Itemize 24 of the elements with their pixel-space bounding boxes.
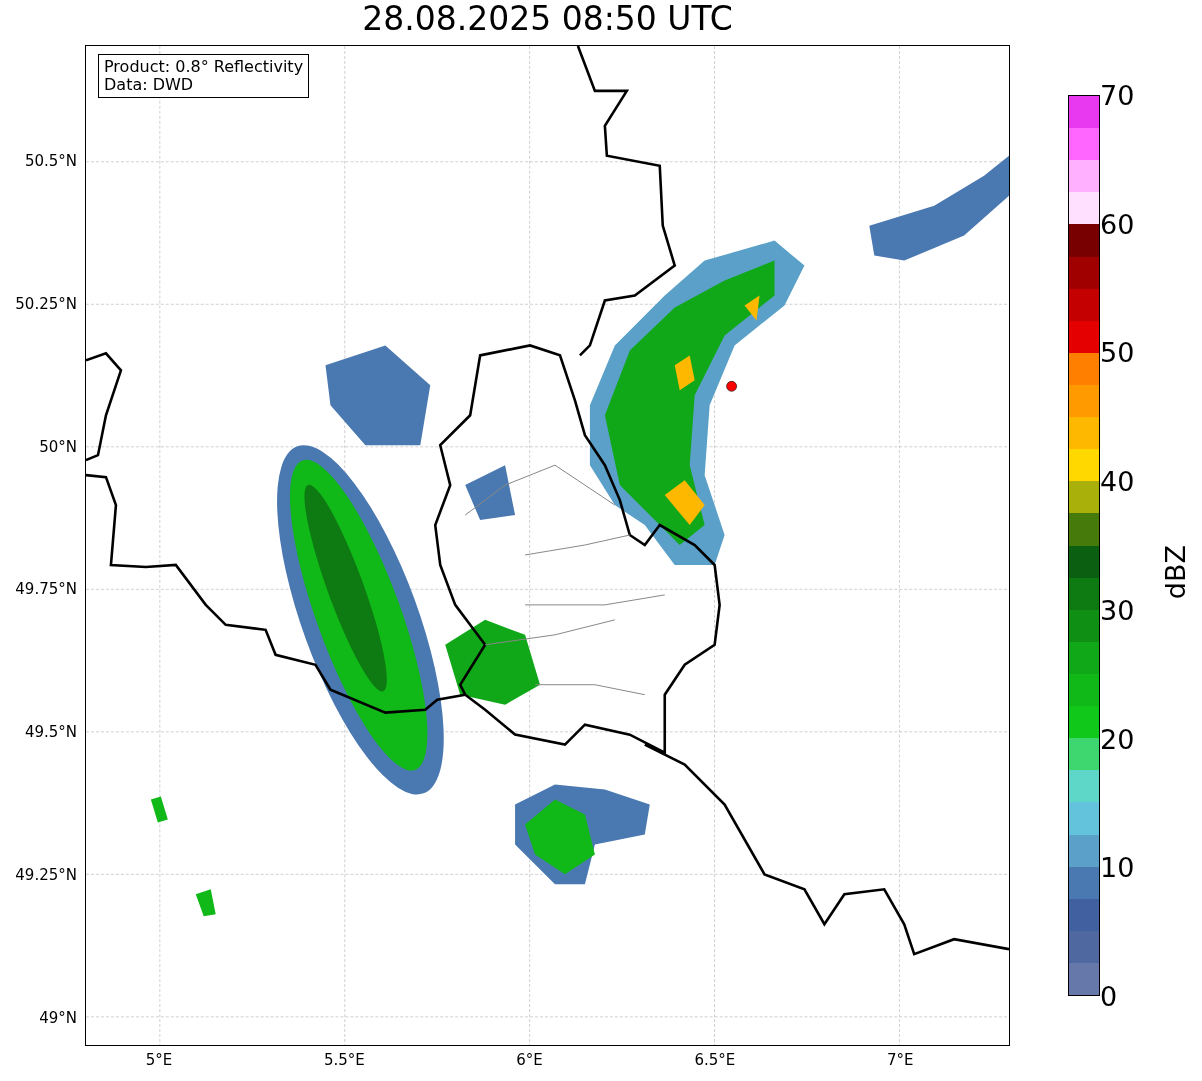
info-text: Data: DWD [104, 76, 195, 94]
colorbar-tick-label: 20 [1100, 725, 1135, 753]
axis-tick-label: 5°E [145, 1051, 173, 1069]
colorbar-tick-label: 70 [1100, 81, 1135, 109]
axis-tick-label: 50.5°N [24, 152, 77, 170]
axis-tick-label: 50°N [39, 437, 77, 456]
axis-tick-label: 6.5°E [694, 1051, 736, 1069]
colorbar-tick-label: 10 [1100, 853, 1135, 881]
axis-tick-label: 49.25°N [15, 866, 77, 884]
axis-tick-label: 50.25°N [15, 294, 77, 313]
axis-tick-label: 49.75°N [15, 580, 77, 599]
axis-tick-label: 49.5°N [24, 723, 77, 742]
colorbar-tick-label: 0 [1100, 982, 1118, 1010]
colorbar-tick-label: 30 [1100, 596, 1135, 624]
colorbar-tick-label: 40 [1100, 467, 1135, 495]
axis-tick-label: 5.5°E [323, 1051, 365, 1069]
chart-title: 28.08.2025 08:50 UTC [362, 0, 733, 38]
info-text: Product: 0.8° Reflectivity [104, 58, 304, 76]
axis-tick-label: 6°E [516, 1051, 543, 1069]
colorbar-label: dBZ [1160, 545, 1191, 600]
colorbar-tick-label: 50 [1100, 338, 1135, 366]
axis-tick-label: 49°N [39, 1008, 77, 1027]
axis-tick-label: 7°E [886, 1051, 914, 1069]
colorbar-tick-label: 60 [1100, 210, 1135, 238]
